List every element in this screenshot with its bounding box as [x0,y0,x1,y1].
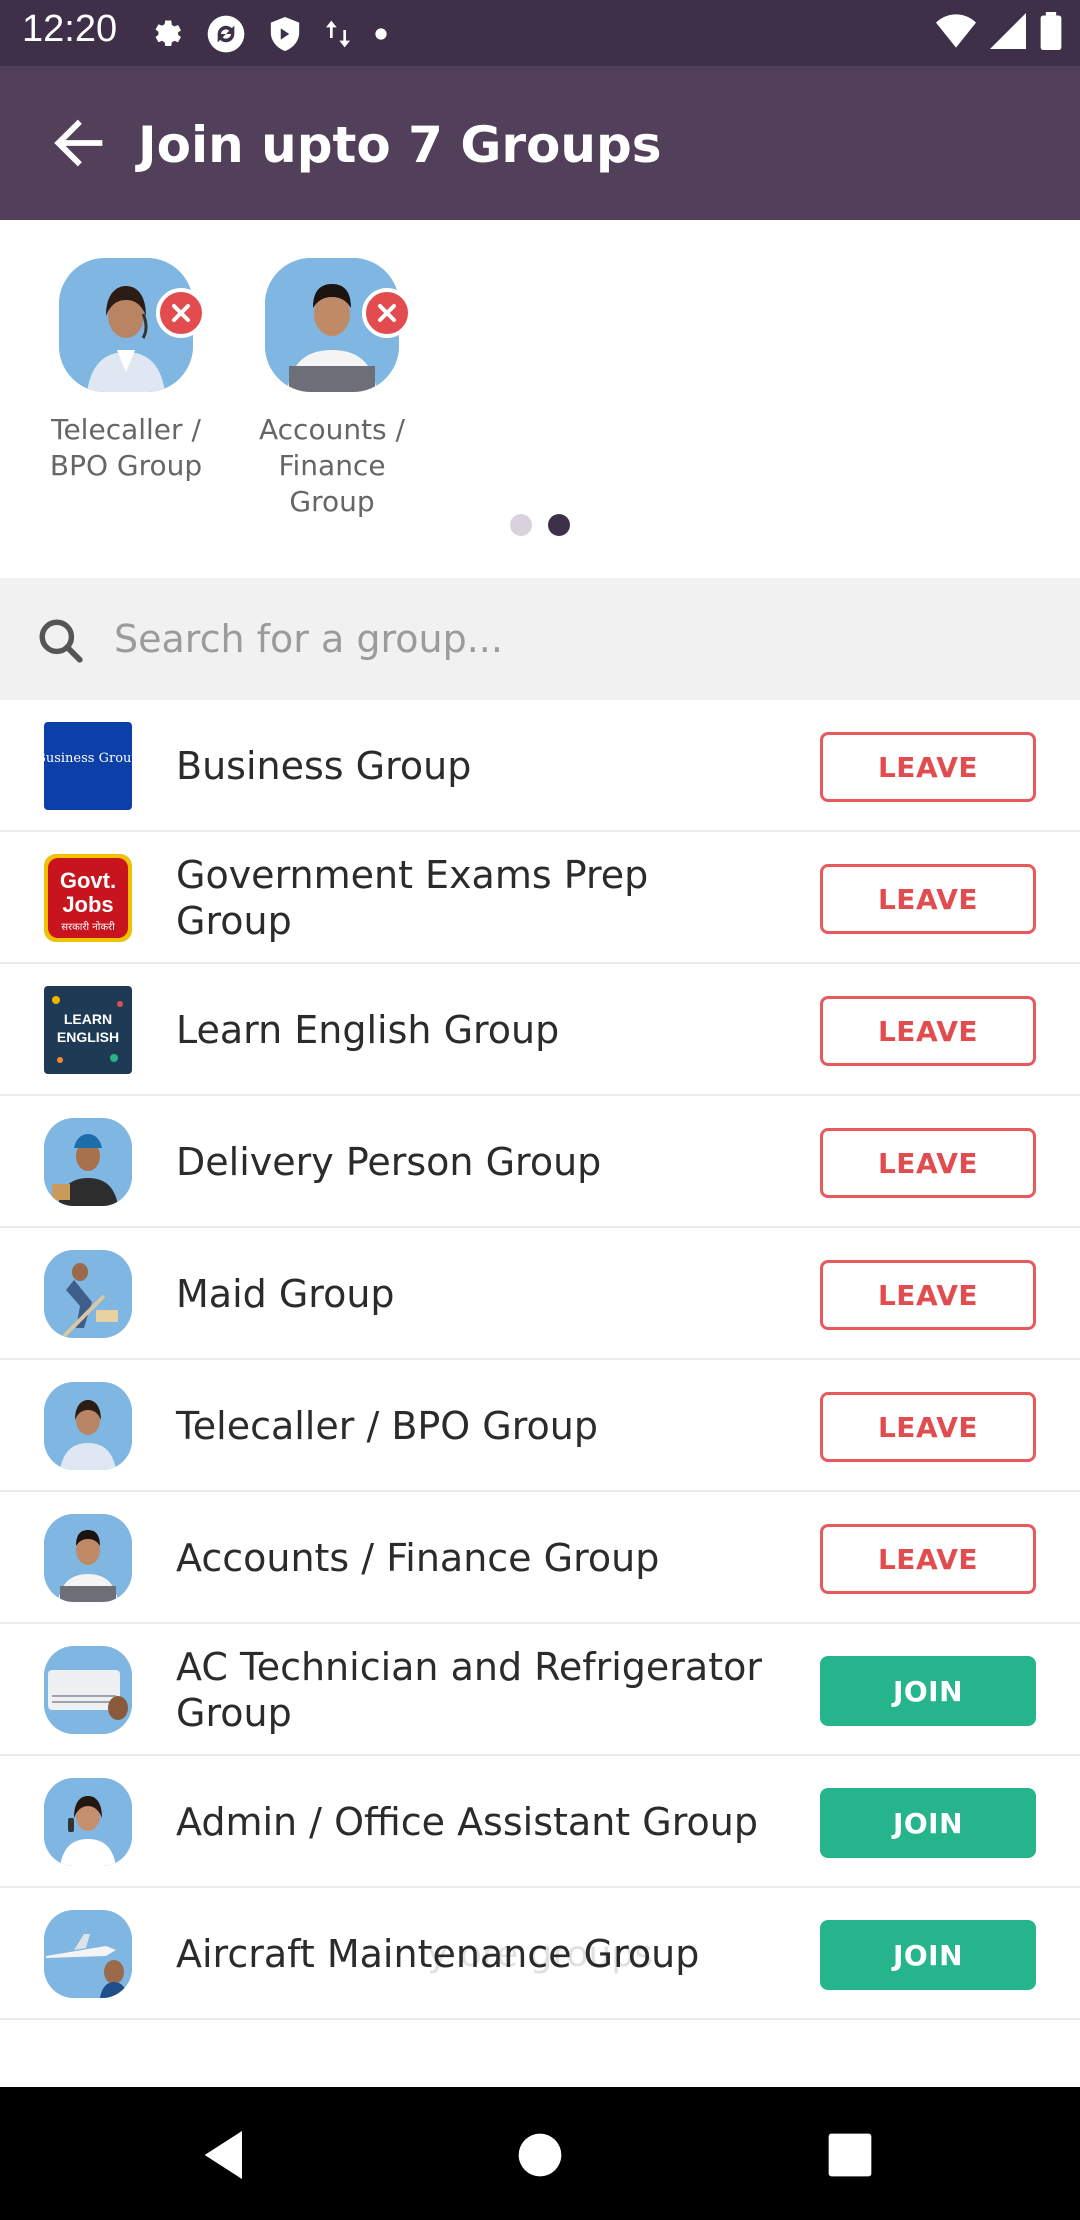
selected-chip-accounts[interactable]: Accounts / Finance Group [232,258,432,520]
join-button[interactable]: JOIN [820,1920,1036,1990]
list-item[interactable]: AC Technician and Refrigerator Group JOI… [0,1624,1080,1756]
ac-technician-avatar [44,1646,132,1734]
learn-english-logo-text-2: ENGLISH [57,1029,119,1045]
battery-icon [1040,12,1062,50]
list-item[interactable]: Delivery Person Group LEAVE [0,1096,1080,1228]
leave-button[interactable]: LEAVE [820,1392,1036,1462]
back-triangle-icon[interactable] [194,2123,258,2187]
learn-english-logo: LEARN ENGLISH [44,986,132,1074]
join-button[interactable]: JOIN [820,1788,1036,1858]
govt-jobs-logo-text-2: Jobs [62,892,113,917]
search-input[interactable] [114,606,1014,672]
status-bar: 12:20 [0,0,1080,66]
group-name: Telecaller / BPO Group [176,1404,598,1448]
list-item[interactable]: Govt. Jobs सरकारी नोकरी Government Exams… [0,832,1080,964]
business-logo-text: Business Group [44,751,132,766]
pager-dots [0,514,1080,536]
status-icons-left [148,14,388,54]
group-name: Business Group [176,744,472,788]
search-icon [39,619,83,663]
leave-button[interactable]: LEAVE [820,864,1036,934]
close-icon [172,304,190,322]
settings-icon [155,20,181,46]
group-list: Business Group Business Group LEAVE Govt… [0,700,1080,2020]
shield-icon [270,17,300,51]
sync-icon [207,15,245,53]
recents-square-icon[interactable] [818,2123,882,2187]
status-time: 12:20 [22,8,118,50]
status-icons-right [936,12,1062,50]
pager-dot-active[interactable] [548,514,570,536]
selected-chip-label: Telecaller / BPO Group [49,413,203,482]
home-circle-icon[interactable] [508,2123,572,2187]
wifi-icon [936,14,976,48]
signal-icon [990,13,1026,49]
remove-selected-button[interactable] [156,288,206,338]
group-name: Aircraft Maintenance Group [176,1932,700,1976]
list-item[interactable]: Telecaller / BPO Group LEAVE [0,1360,1080,1492]
group-name: Government Exams Prep Group [176,853,649,943]
group-name: Accounts / Finance Group [176,1536,660,1580]
govt-jobs-logo-subtext: सरकारी नोकरी [61,921,115,933]
leave-button[interactable]: LEAVE [820,1128,1036,1198]
accounts-avatar [44,1514,132,1602]
app-bar: Join upto 7 Groups [0,66,1080,220]
page-title: Join upto 7 Groups [138,116,662,174]
selected-chip-telecaller[interactable]: Telecaller / BPO Group [26,258,226,484]
list-item[interactable]: Aircraft Maintenance Group JOIN [0,1888,1080,2020]
dot-icon [375,28,387,40]
leave-button[interactable]: LEAVE [820,732,1036,802]
selected-chip-label: Accounts / Finance Group [259,413,405,518]
group-name: Maid Group [176,1272,395,1316]
leave-button[interactable]: LEAVE [820,1260,1036,1330]
navigation-bar [0,2087,1080,2220]
join-button[interactable]: JOIN [820,1656,1036,1726]
govt-jobs-logo: Govt. Jobs सरकारी नोकरी [44,854,132,942]
aircraft-avatar [44,1910,132,1998]
arrow-left-icon [54,119,103,167]
back-button[interactable] [44,108,114,178]
search-bar [0,578,1080,700]
leave-button[interactable]: LEAVE [820,996,1036,1066]
list-item[interactable]: LEARN ENGLISH Learn English Group LEAVE [0,964,1080,1096]
group-name: AC Technician and Refrigerator Group [176,1645,762,1735]
govt-jobs-logo-text: Govt. [60,868,116,893]
selected-groups-carousel[interactable]: Telecaller / BPO Group Accounts / Financ… [0,220,1080,578]
group-name: Learn English Group [176,1008,560,1052]
list-item[interactable]: Admin / Office Assistant Group JOIN [0,1756,1080,1888]
delivery-avatar [44,1118,132,1206]
close-icon [378,304,396,322]
learn-english-logo-text: LEARN [64,1011,112,1027]
maid-avatar [44,1250,132,1338]
data-arrows-icon [326,20,350,48]
remove-selected-button[interactable] [362,288,412,338]
group-name: Admin / Office Assistant Group [176,1800,758,1844]
business-logo: Business Group [44,722,132,810]
leave-button[interactable]: LEAVE [820,1524,1036,1594]
list-item[interactable]: Accounts / Finance Group LEAVE [0,1492,1080,1624]
pager-dot[interactable] [510,514,532,536]
admin-avatar [44,1778,132,1866]
list-item[interactable]: Maid Group LEAVE [0,1228,1080,1360]
telecaller-avatar [44,1382,132,1470]
group-name: Delivery Person Group [176,1140,602,1184]
list-item[interactable]: Business Group Business Group LEAVE [0,700,1080,832]
